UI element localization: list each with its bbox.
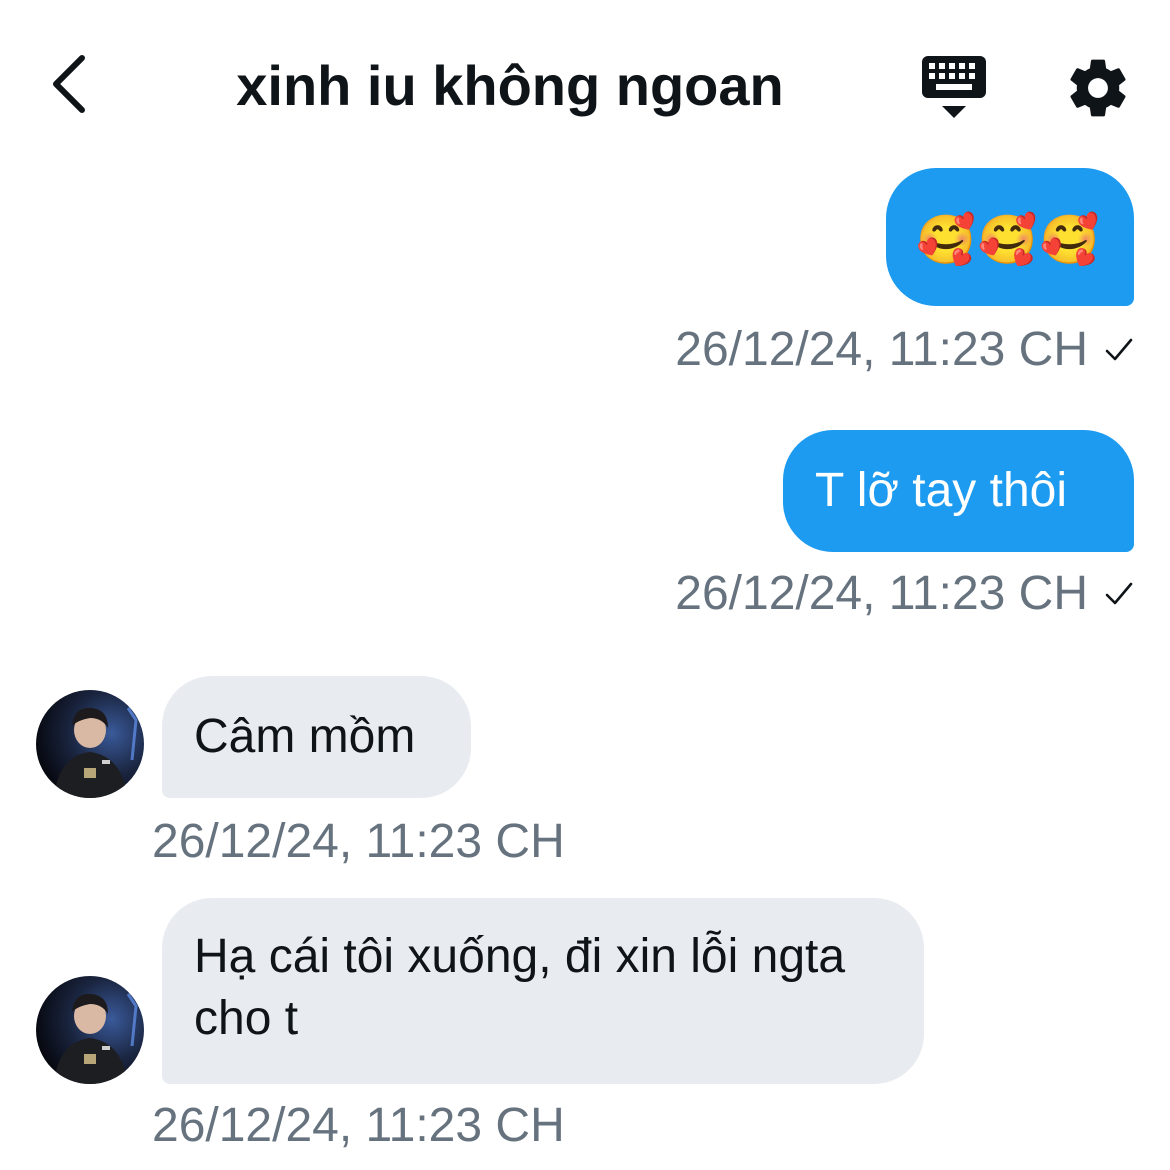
avatar[interactable] [36, 976, 144, 1084]
message-text: Hạ cái tôi xuống, đi xin lỗi ngta cho t [194, 930, 846, 1045]
conversation-header: xinh iu không ngoan [0, 0, 1170, 150]
message-bubble-incoming[interactable]: Câm mồm [162, 676, 471, 798]
avatar-image [36, 690, 144, 798]
avatar-image [36, 976, 144, 1084]
keyboard-toggle-button[interactable] [918, 54, 990, 120]
message-timestamp: 26/12/24, 11:23 CH [675, 567, 1088, 620]
gear-icon [1070, 59, 1126, 117]
check-icon [1105, 582, 1133, 605]
conversation-title: xinh iu không ngoan [236, 54, 784, 117]
back-button[interactable] [36, 48, 100, 120]
keyboard-icon [922, 56, 986, 118]
message-timestamp: 26/12/24, 11:23 CH [152, 815, 565, 868]
check-icon [1105, 338, 1133, 361]
settings-button[interactable] [1064, 54, 1132, 122]
chevron-left-icon [53, 55, 85, 113]
message-bubble-outgoing[interactable]: T lỡ tay thôi [783, 430, 1134, 552]
message-text: Câm mồm [194, 710, 416, 763]
message-timestamp-row: 26/12/24, 11:23 CH [675, 566, 1134, 622]
message-text: T lỡ tay thôi [815, 464, 1068, 517]
message-text: 🥰🥰🥰 [916, 214, 1102, 267]
avatar[interactable] [36, 690, 144, 798]
message-bubble-incoming[interactable]: Hạ cái tôi xuống, đi xin lỗi ngta cho t [162, 898, 924, 1084]
message-timestamp-row: 26/12/24, 11:23 CH [675, 322, 1134, 378]
message-timestamp: 26/12/24, 11:23 CH [675, 323, 1088, 376]
message-timestamp: 26/12/24, 11:23 CH [152, 1099, 565, 1152]
message-bubble-outgoing[interactable]: 🥰🥰🥰 [886, 168, 1134, 306]
